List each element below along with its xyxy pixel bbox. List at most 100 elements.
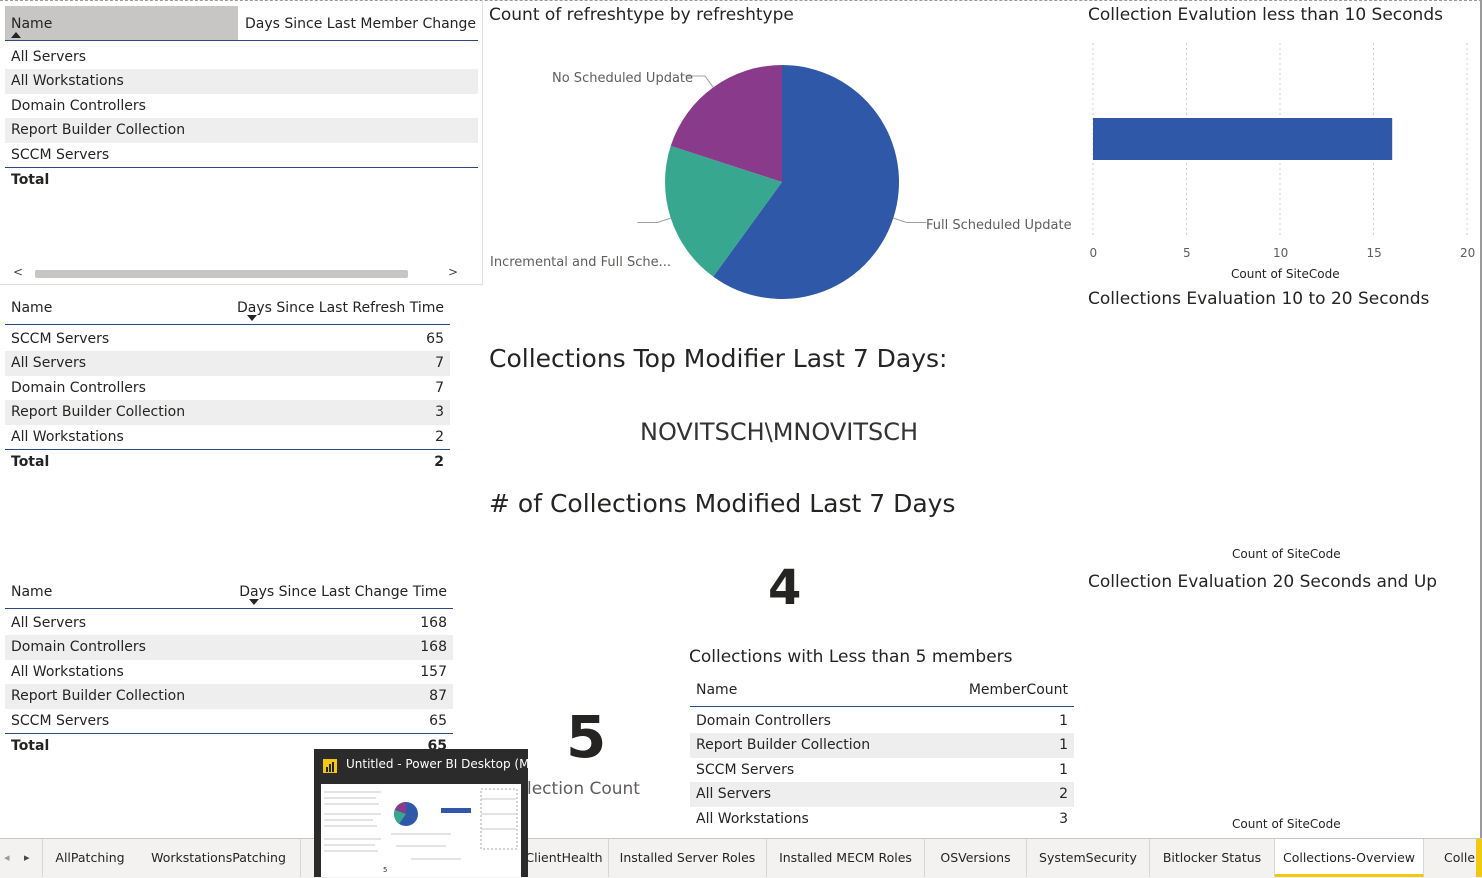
sort-ascending-icon — [11, 32, 21, 38]
collections-modified-title: # of Collections Modified Last 7 Days — [489, 489, 956, 518]
tab-workstationspatching[interactable]: WorkstationsPatching — [137, 839, 301, 877]
tab-systemsecurity[interactable]: SystemSecurity — [1027, 839, 1150, 877]
row-value: 65 — [426, 331, 444, 347]
table-row[interactable]: Domain Controllers 7 — [5, 376, 450, 400]
row-value: 1 — [1059, 737, 1068, 754]
table-row[interactable]: SCCM Servers 65 — [5, 709, 453, 733]
table-row[interactable]: SCCM Servers — [5, 143, 478, 167]
tab-installed-mecm-roles[interactable]: Installed MECM Roles — [767, 839, 925, 877]
pie-leader-line — [637, 217, 671, 223]
thumbnail-miniature-icon: 5 — [321, 784, 521, 877]
table-row[interactable]: Domain Controllers — [5, 94, 478, 118]
table-row[interactable]: All Workstations — [5, 69, 478, 94]
tab-collections-truncated[interactable]: Colle — [1424, 839, 1482, 877]
page-tabs-bar: ◂ ▸ AllPatching WorkstationsPatching Cli… — [0, 838, 1482, 878]
table-header: Name Days Since Last Member Change T — [5, 6, 478, 41]
power-bi-icon — [323, 759, 337, 773]
table-row[interactable]: All Servers 2 — [690, 782, 1074, 807]
column-header-refresh-time[interactable]: Days Since Last Refresh Time — [237, 300, 444, 316]
table-row[interactable]: All Workstations 3 — [690, 807, 1074, 831]
row-value: 65 — [429, 712, 447, 729]
table-row[interactable]: Domain Controllers 1 — [690, 709, 1074, 733]
table-row[interactable]: All Servers — [5, 45, 478, 69]
horizontal-scrollbar[interactable]: < > — [5, 265, 465, 281]
row-name: Domain Controllers — [11, 379, 146, 396]
table-row[interactable]: All Workstations 2 — [5, 425, 450, 449]
row-name: Domain Controllers — [696, 713, 831, 729]
row-value: 87 — [429, 688, 447, 705]
top-modifier-title: Collections Top Modifier Last 7 Days: — [489, 344, 948, 373]
top-modifier-value: NOVITSCH\MNOVITSCH — [640, 418, 919, 446]
pie-label-no-scheduled: No Scheduled Update — [552, 71, 694, 86]
scroll-right-icon[interactable]: > — [448, 265, 458, 279]
bar-tick-label: 10 — [1273, 246, 1289, 260]
row-name: All Workstations — [11, 428, 124, 445]
row-name: SCCM Servers — [696, 761, 795, 778]
eval-10-20-x-axis-label: Count of SiteCode — [1232, 547, 1341, 561]
row-name: Report Builder Collection — [11, 122, 186, 139]
tabs-next-icon[interactable]: ▸ — [24, 851, 30, 864]
pie-chart-title: Count of refreshtype by refreshtype — [489, 5, 794, 25]
sort-descending-icon — [249, 599, 259, 605]
column-header-change-time[interactable]: Days Since Last Change Time — [239, 584, 447, 600]
table-row[interactable]: Report Builder Collection 3 — [5, 400, 450, 425]
column-header-member-count[interactable]: MemberCount — [969, 682, 1068, 698]
row-name: Report Builder Collection — [11, 688, 186, 705]
change-time-table[interactable]: Name Days Since Last Change Time All Ser… — [5, 574, 453, 758]
eval-20-up-x-axis-label: Count of SiteCode — [1232, 817, 1341, 831]
collections-modified-value: 4 — [768, 560, 802, 616]
eval-20-up-title: Collection Evaluation 20 Seconds and Up — [1088, 572, 1438, 592]
column-header-name[interactable]: Name — [11, 16, 52, 32]
scroll-left-icon[interactable]: < — [13, 265, 23, 279]
row-name: All Workstations — [11, 73, 124, 90]
total-value: 2 — [434, 453, 444, 470]
table-row[interactable]: Report Builder Collection 87 — [5, 684, 453, 709]
table-header: Name MemberCount — [690, 672, 1074, 707]
bar-chart-title: Collection Evalution less than 10 Second… — [1088, 5, 1443, 25]
scrollbar-thumb[interactable] — [35, 270, 408, 278]
bar-tick-label: 15 — [1366, 246, 1382, 260]
collection-count-value: 5 — [566, 703, 607, 771]
column-header-name[interactable]: Name — [11, 584, 52, 600]
row-name: SCCM Servers — [11, 331, 110, 347]
taskbar-window-preview[interactable]: Untitled - Power BI Desktop (M... 5 — [314, 749, 541, 877]
bar-mark[interactable] — [1093, 118, 1393, 160]
row-name: All Servers — [11, 49, 87, 65]
table-row[interactable]: All Servers 168 — [5, 611, 453, 635]
bar-tick-label: 20 — [1460, 246, 1476, 260]
table-row[interactable]: SCCM Servers 1 — [690, 758, 1074, 782]
tab-clienthealth[interactable]: ClientHealth — [520, 839, 609, 877]
total-label: Total — [11, 453, 50, 470]
row-value: 1 — [1059, 761, 1068, 778]
column-header-name[interactable]: Name — [696, 682, 737, 698]
row-value: 7 — [435, 355, 444, 372]
tab-osversions[interactable]: OSVersions — [925, 839, 1027, 877]
sort-descending-icon — [247, 315, 257, 321]
tab-bitlocker-status[interactable]: Bitlocker Status — [1150, 839, 1275, 877]
tab-allpatching[interactable]: AllPatching — [42, 839, 138, 877]
row-name: SCCM Servers — [11, 712, 110, 729]
row-name: All Servers — [11, 615, 87, 631]
row-name: SCCM Servers — [11, 146, 110, 163]
tab-collections-overview[interactable]: Collections-Overview — [1275, 839, 1424, 877]
less-than-5-table[interactable]: Name MemberCount Domain Controllers 1 Rep… — [690, 672, 1074, 831]
row-name: All Servers — [696, 786, 772, 803]
refresh-time-table[interactable]: Name Days Since Last Refresh Time SCCM S… — [5, 290, 450, 474]
row-value: 2 — [435, 428, 444, 445]
tabs-prev-icon[interactable]: ◂ — [4, 851, 10, 864]
bar-chart[interactable] — [1080, 38, 1480, 268]
less-than-5-title: Collections with Less than 5 members — [689, 647, 1013, 667]
row-name: All Workstations — [11, 663, 124, 680]
column-header-name[interactable]: Name — [11, 300, 52, 316]
table-row[interactable]: All Workstations 157 — [5, 660, 453, 684]
table-row[interactable]: Report Builder Collection — [5, 118, 478, 143]
table-row[interactable]: Report Builder Collection 1 — [690, 733, 1074, 758]
column-header-member-change[interactable]: Days Since Last Member Change T — [245, 16, 478, 32]
tab-installed-server-roles[interactable]: Installed Server Roles — [609, 839, 767, 877]
member-change-table[interactable]: Name Days Since Last Member Change T All… — [5, 6, 478, 192]
table-row[interactable]: SCCM Servers 65 — [5, 327, 450, 351]
row-name: Domain Controllers — [11, 97, 146, 114]
table-row[interactable]: Domain Controllers 168 — [5, 635, 453, 660]
bar-tick-label: 5 — [1183, 246, 1191, 260]
table-row[interactable]: All Servers 7 — [5, 351, 450, 376]
